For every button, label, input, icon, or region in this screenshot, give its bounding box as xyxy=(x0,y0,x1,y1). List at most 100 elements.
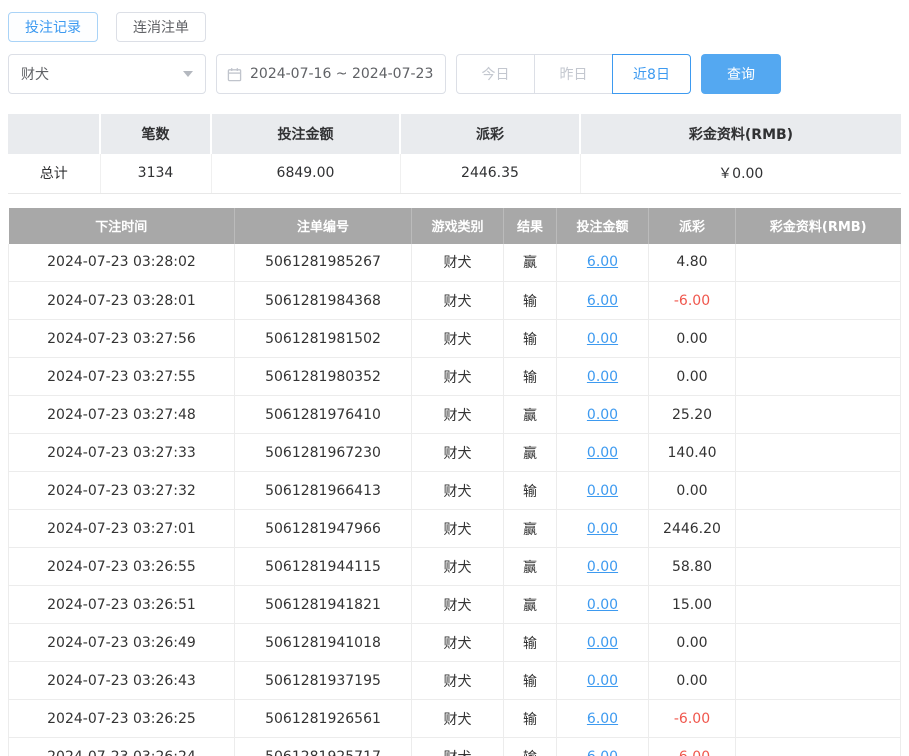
game-type: 财犬 xyxy=(412,510,504,548)
table-row: 2024-07-23 03:28:015061281984368财犬输6.00-… xyxy=(9,282,901,320)
payout: -6.00 xyxy=(649,700,736,738)
yesterday-button[interactable]: 昨日 xyxy=(534,54,613,94)
bet-amount-cell: 0.00 xyxy=(557,510,649,548)
game-type: 财犬 xyxy=(412,700,504,738)
calendar-icon xyxy=(227,67,242,82)
bet-id: 5061281980352 xyxy=(235,358,412,396)
bonus xyxy=(736,244,901,282)
bet-id: 5061281981502 xyxy=(235,320,412,358)
payout: 0.00 xyxy=(649,320,736,358)
game-type: 财犬 xyxy=(412,282,504,320)
summary-payout: 2446.35 xyxy=(400,154,580,193)
bet-amount-cell: 0.00 xyxy=(557,396,649,434)
table-row: 2024-07-23 03:26:245061281925717财犬输6.00-… xyxy=(9,738,901,756)
bet-time: 2024-07-23 03:26:51 xyxy=(9,586,235,624)
bet-amount-cell: 0.00 xyxy=(557,472,649,510)
summary-total-row: 总计 3134 6849.00 2446.35 ￥0.00 xyxy=(8,154,901,193)
result: 输 xyxy=(504,320,557,358)
payout: 0.00 xyxy=(649,624,736,662)
summary-header-payout: 派彩 xyxy=(400,114,580,154)
bonus xyxy=(736,548,901,586)
game-type: 财犬 xyxy=(412,472,504,510)
summary-table: 笔数 投注金额 派彩 彩金资料(RMB) 总计 3134 6849.00 244… xyxy=(8,114,901,194)
summary-bonus: ￥0.00 xyxy=(580,154,901,193)
bet-amount-link[interactable]: 0.00 xyxy=(587,483,618,499)
filter-row: 财犬 2024-07-16 ~ 2024-07-23 今日 昨日 近8日 查询 xyxy=(8,54,901,94)
bet-amount-link[interactable]: 0.00 xyxy=(587,559,618,575)
game-select[interactable]: 财犬 xyxy=(8,54,206,94)
bet-amount-link[interactable]: 6.00 xyxy=(587,254,618,270)
game-type: 财犬 xyxy=(412,434,504,472)
payout: 4.80 xyxy=(649,244,736,282)
game-select-value: 财犬 xyxy=(21,64,49,84)
game-type: 财犬 xyxy=(412,244,504,282)
date-range-picker[interactable]: 2024-07-16 ~ 2024-07-23 xyxy=(216,54,446,94)
bonus xyxy=(736,320,901,358)
bet-amount-cell: 6.00 xyxy=(557,244,649,282)
bet-amount-link[interactable]: 0.00 xyxy=(587,407,618,423)
game-type: 财犬 xyxy=(412,320,504,358)
summary-header-count: 笔数 xyxy=(100,114,211,154)
result: 输 xyxy=(504,472,557,510)
bet-amount-link[interactable]: 6.00 xyxy=(587,711,618,727)
game-type: 财犬 xyxy=(412,586,504,624)
header-bonus: 彩金资料(RMB) xyxy=(736,208,901,244)
table-row: 2024-07-23 03:28:025061281985267财犬赢6.004… xyxy=(9,244,901,282)
summary-header-blank xyxy=(8,114,100,154)
bet-amount-cell: 0.00 xyxy=(557,624,649,662)
bonus xyxy=(736,434,901,472)
header-bet-time: 下注时间 xyxy=(9,208,235,244)
chevron-down-icon xyxy=(183,71,193,77)
payout: 25.20 xyxy=(649,396,736,434)
bet-amount-cell: 6.00 xyxy=(557,700,649,738)
bet-time: 2024-07-23 03:27:48 xyxy=(9,396,235,434)
result: 输 xyxy=(504,358,557,396)
result: 输 xyxy=(504,624,557,662)
bet-amount-cell: 6.00 xyxy=(557,738,649,756)
records-table-body: 2024-07-23 03:28:025061281985267财犬赢6.004… xyxy=(9,244,901,756)
bet-amount-link[interactable]: 0.00 xyxy=(587,673,618,689)
bet-id: 5061281925717 xyxy=(235,738,412,756)
payout: 15.00 xyxy=(649,586,736,624)
bet-amount-cell: 0.00 xyxy=(557,434,649,472)
result: 输 xyxy=(504,662,557,700)
summary-count: 3134 xyxy=(100,154,211,193)
bonus xyxy=(736,282,901,320)
bet-amount-link[interactable]: 0.00 xyxy=(587,521,618,537)
tab-betting-records[interactable]: 投注记录 xyxy=(8,12,98,42)
game-type: 财犬 xyxy=(412,358,504,396)
betting-records-page: 投注记录 连消注单 财犬 2024-07-16 ~ 2024-07-23 今日 … xyxy=(0,0,909,756)
table-row: 2024-07-23 03:27:565061281981502财犬输0.000… xyxy=(9,320,901,358)
bet-time: 2024-07-23 03:26:49 xyxy=(9,624,235,662)
result: 输 xyxy=(504,282,557,320)
bet-amount-link[interactable]: 0.00 xyxy=(587,445,618,461)
bet-id: 5061281926561 xyxy=(235,700,412,738)
payout: 140.40 xyxy=(649,434,736,472)
today-button[interactable]: 今日 xyxy=(456,54,535,94)
bet-amount-link[interactable]: 6.00 xyxy=(587,749,618,756)
result: 赢 xyxy=(504,510,557,548)
bet-time: 2024-07-23 03:26:24 xyxy=(9,738,235,756)
last-8-days-button[interactable]: 近8日 xyxy=(612,54,691,94)
bet-amount-link[interactable]: 6.00 xyxy=(587,293,618,309)
table-row: 2024-07-23 03:27:485061281976410财犬赢0.002… xyxy=(9,396,901,434)
bet-amount-link[interactable]: 0.00 xyxy=(587,331,618,347)
table-row: 2024-07-23 03:26:515061281941821财犬赢0.001… xyxy=(9,586,901,624)
table-row: 2024-07-23 03:26:555061281944115财犬赢0.005… xyxy=(9,548,901,586)
bonus xyxy=(736,472,901,510)
result: 赢 xyxy=(504,434,557,472)
header-result: 结果 xyxy=(504,208,557,244)
header-payout: 派彩 xyxy=(649,208,736,244)
summary-header-bet-amount: 投注金额 xyxy=(211,114,400,154)
bonus xyxy=(736,738,901,756)
bet-id: 5061281985267 xyxy=(235,244,412,282)
bet-amount-link[interactable]: 0.00 xyxy=(587,635,618,651)
quick-range-group: 今日 昨日 近8日 xyxy=(456,54,691,94)
records-header-row: 下注时间 注单编号 游戏类别 结果 投注金额 派彩 彩金资料(RMB) xyxy=(9,208,901,244)
bet-amount-link[interactable]: 0.00 xyxy=(587,597,618,613)
query-button[interactable]: 查询 xyxy=(701,54,781,94)
bet-id: 5061281967230 xyxy=(235,434,412,472)
tab-chained-bets[interactable]: 连消注单 xyxy=(116,12,206,42)
bet-amount-link[interactable]: 0.00 xyxy=(587,369,618,385)
header-bet-id: 注单编号 xyxy=(235,208,412,244)
